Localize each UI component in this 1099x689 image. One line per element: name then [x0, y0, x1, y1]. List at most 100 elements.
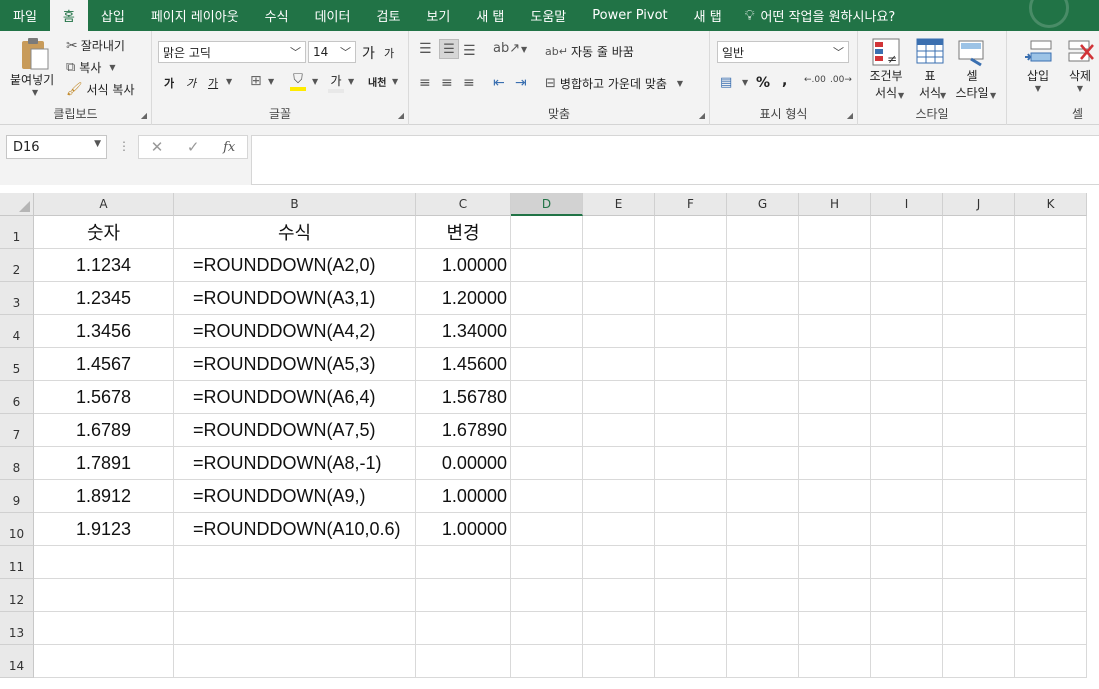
cell-f14[interactable] [655, 645, 727, 678]
merge-center-button[interactable]: ⊟ 병합하고 가운데 맞춤 ▼ [545, 75, 683, 92]
cell-g8[interactable] [727, 447, 799, 480]
cell-a12[interactable] [34, 579, 174, 612]
row-header[interactable]: 6 [0, 381, 34, 414]
underline-dropdown-chevron-icon[interactable]: ▼ [226, 77, 232, 86]
wrap-text-button[interactable]: ab↵ 자동 줄 바꿈 [545, 43, 634, 60]
cell-k2[interactable] [1015, 249, 1087, 282]
cell-d2[interactable] [511, 249, 583, 282]
cell-h13[interactable] [799, 612, 871, 645]
font-color-dropdown-chevron-icon[interactable]: ▼ [348, 77, 354, 86]
phonetic-button[interactable]: 내천 [368, 74, 386, 89]
cell-d6[interactable] [511, 381, 583, 414]
insert-dropdown-chevron-icon[interactable]: ▼ [1035, 84, 1041, 93]
menu-tab[interactable]: 도움말 [517, 0, 579, 31]
cell-b13[interactable] [174, 612, 416, 645]
border-icon[interactable]: ⊞ [250, 73, 262, 89]
cell-a9[interactable]: 1.8912 [34, 480, 174, 513]
cell-k12[interactable] [1015, 579, 1087, 612]
cell-j2[interactable] [943, 249, 1015, 282]
cell-d11[interactable] [511, 546, 583, 579]
menu-tab[interactable]: 홈 [49, 0, 88, 31]
column-header-i[interactable]: I [871, 193, 943, 216]
cell-g9[interactable] [727, 480, 799, 513]
cell-h12[interactable] [799, 579, 871, 612]
column-header-k[interactable]: K [1015, 193, 1087, 216]
cell-b11[interactable] [174, 546, 416, 579]
cell-c6[interactable]: 1.56780 [416, 381, 511, 414]
cell-g5[interactable] [727, 348, 799, 381]
formula-bar-grip-icon[interactable]: ⋮ [118, 139, 130, 153]
bold-button[interactable]: 가 [164, 75, 174, 91]
column-header-a[interactable]: A [34, 193, 174, 216]
percent-button[interactable]: % [756, 75, 770, 91]
cell-b9[interactable]: =ROUNDDOWN(A9,) [174, 480, 416, 513]
cell-e13[interactable] [583, 612, 655, 645]
align-top-icon[interactable]: ☰ [419, 41, 432, 57]
row-header[interactable]: 13 [0, 612, 34, 645]
cut-button[interactable]: ✂ 잘라내기 [66, 37, 125, 54]
cell-j9[interactable] [943, 480, 1015, 513]
cell-j5[interactable] [943, 348, 1015, 381]
menu-tab[interactable]: 검토 [363, 0, 413, 31]
cell-d3[interactable] [511, 282, 583, 315]
cell-d5[interactable] [511, 348, 583, 381]
cell-d4[interactable] [511, 315, 583, 348]
row-header[interactable]: 4 [0, 315, 34, 348]
select-all-button[interactable] [0, 193, 34, 216]
menu-tab[interactable]: 페이지 레이아웃 [138, 0, 252, 31]
menu-tab[interactable]: 새 탭 [681, 0, 735, 31]
cell-e3[interactable] [583, 282, 655, 315]
cell-f10[interactable] [655, 513, 727, 546]
increase-decimal-icon[interactable]: ←.00 [804, 75, 826, 85]
cell-i6[interactable] [871, 381, 943, 414]
cell-i5[interactable] [871, 348, 943, 381]
format-table-dropdown-chevron-icon[interactable]: ▼ [940, 91, 946, 100]
paste-label[interactable]: 붙여넣기 [10, 71, 54, 88]
cell-d7[interactable] [511, 414, 583, 447]
cell-f9[interactable] [655, 480, 727, 513]
cell-c12[interactable] [416, 579, 511, 612]
cell-j12[interactable] [943, 579, 1015, 612]
column-header-h[interactable]: H [799, 193, 871, 216]
cell-c7[interactable]: 1.67890 [416, 414, 511, 447]
font-size-select[interactable]: 14 ﹀ [308, 41, 356, 63]
cell-g10[interactable] [727, 513, 799, 546]
cell-c5[interactable]: 1.45600 [416, 348, 511, 381]
fill-color-button[interactable]: ⛉ [290, 72, 306, 91]
cell-j6[interactable] [943, 381, 1015, 414]
row-header[interactable]: 8 [0, 447, 34, 480]
cell-h7[interactable] [799, 414, 871, 447]
cell-styles-dropdown-chevron-icon[interactable]: ▼ [990, 91, 996, 100]
number-launcher-icon[interactable]: ◢ [847, 111, 853, 120]
cell-f13[interactable] [655, 612, 727, 645]
cell-e11[interactable] [583, 546, 655, 579]
cell-i13[interactable] [871, 612, 943, 645]
cell-c9[interactable]: 1.00000 [416, 480, 511, 513]
row-header[interactable]: 11 [0, 546, 34, 579]
cell-f5[interactable] [655, 348, 727, 381]
cell-c14[interactable] [416, 645, 511, 678]
shrink-font-button[interactable]: 가 [384, 45, 394, 61]
cell-e2[interactable] [583, 249, 655, 282]
cell-k11[interactable] [1015, 546, 1087, 579]
cell-i11[interactable] [871, 546, 943, 579]
cell-d1[interactable] [511, 216, 583, 249]
menu-tab[interactable]: 수식 [252, 0, 302, 31]
column-header-g[interactable]: G [727, 193, 799, 216]
cell-g6[interactable] [727, 381, 799, 414]
menu-tab[interactable]: 파일 [0, 0, 50, 31]
align-left-icon[interactable]: ≡ [419, 75, 431, 91]
cell-e9[interactable] [583, 480, 655, 513]
number-format-select[interactable]: 일반 ﹀ [717, 41, 849, 63]
cell-k5[interactable] [1015, 348, 1087, 381]
column-header-e[interactable]: E [583, 193, 655, 216]
cell-b14[interactable] [174, 645, 416, 678]
cell-k10[interactable] [1015, 513, 1087, 546]
cell-g2[interactable] [727, 249, 799, 282]
cell-h8[interactable] [799, 447, 871, 480]
cancel-icon[interactable]: ✕ [151, 138, 164, 156]
cell-a1[interactable]: 숫자 [34, 216, 174, 249]
accounting-dropdown-chevron-icon[interactable]: ▼ [742, 78, 748, 87]
cell-h11[interactable] [799, 546, 871, 579]
cell-g13[interactable] [727, 612, 799, 645]
